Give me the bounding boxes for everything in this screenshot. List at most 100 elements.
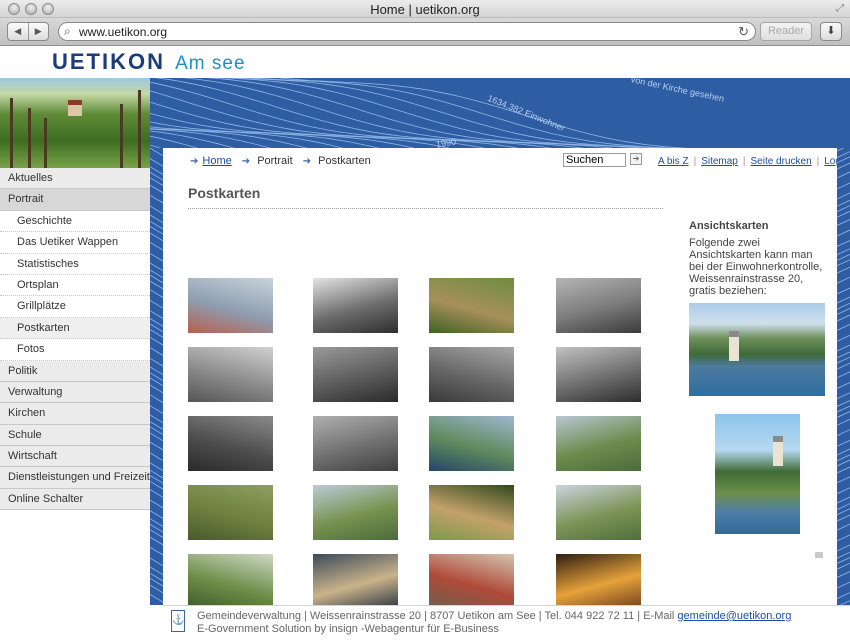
sidebar-item-politik[interactable]: Politik xyxy=(0,360,150,382)
contour-line xyxy=(837,276,850,284)
link-print-page[interactable]: Seite drucken xyxy=(750,156,811,167)
contour-line xyxy=(276,78,689,148)
postcard-5[interactable] xyxy=(188,347,273,402)
contour-line xyxy=(150,214,163,224)
vine-post xyxy=(28,108,31,168)
breadcrumb-portrait[interactable]: Portrait xyxy=(257,155,292,167)
contour-line xyxy=(837,496,850,504)
contour-line xyxy=(837,334,850,342)
link-sitemap[interactable]: Sitemap xyxy=(701,156,738,167)
contour-line xyxy=(205,78,615,148)
link-a-bis-z[interactable]: A bis Z xyxy=(658,156,689,167)
arrow-right-icon: ➔ xyxy=(190,156,199,167)
postcard-4[interactable] xyxy=(556,278,641,333)
postcard-8[interactable] xyxy=(556,347,641,402)
contour-line xyxy=(150,357,163,367)
footer-email-link[interactable]: gemeinde@uetikon.org xyxy=(677,610,791,622)
contour-line xyxy=(837,454,850,462)
sidebar-item-grillplätze[interactable]: Grillplätze xyxy=(0,296,150,318)
sidebar-item-statistisches[interactable]: Statistisches xyxy=(0,253,150,275)
postcard-6[interactable] xyxy=(313,347,398,402)
contour-line xyxy=(837,182,850,190)
postcard-3[interactable] xyxy=(429,278,514,333)
postcard-17[interactable] xyxy=(188,554,273,605)
link-login[interactable]: Login xyxy=(824,156,837,167)
postcard-9[interactable] xyxy=(188,416,273,471)
contour-line xyxy=(150,158,163,167)
contour-line xyxy=(837,151,850,158)
page-footer: ⚓ Gemeindeverwaltung | Weissenrainstrass… xyxy=(163,605,850,643)
ansichtskarte-1[interactable] xyxy=(689,303,825,396)
downloads-button[interactable]: ⬇ xyxy=(820,22,842,41)
contour-line xyxy=(837,362,850,370)
sidebar-item-schule[interactable]: Schule xyxy=(0,424,150,447)
postcard-2[interactable] xyxy=(313,278,398,333)
ansichtskarte-2[interactable] xyxy=(715,414,800,534)
breadcrumb-home[interactable]: Home xyxy=(202,155,231,167)
fullscreen-icon[interactable]: ⤢ xyxy=(836,3,844,14)
sidebar-item-verwaltung[interactable]: Verwaltung xyxy=(0,381,150,404)
contour-line xyxy=(837,148,845,152)
contour-line xyxy=(837,308,850,315)
postcard-7[interactable] xyxy=(429,347,514,402)
back-button[interactable]: ◀ xyxy=(8,23,29,40)
contour-line xyxy=(837,581,850,589)
postcard-18[interactable] xyxy=(313,554,398,605)
search-submit-button[interactable]: ➔ xyxy=(630,153,642,165)
sidebar-item-geschichte[interactable]: Geschichte xyxy=(0,210,150,233)
postcard-15[interactable] xyxy=(429,485,514,540)
postcard-10[interactable] xyxy=(313,416,398,471)
contour-line xyxy=(229,78,665,148)
forward-button[interactable]: ▶ xyxy=(29,23,49,40)
contour-line xyxy=(837,382,850,389)
sidebar-item-das-uetiker-wappen[interactable]: Das Uetiker Wappen xyxy=(0,232,150,254)
postcard-16[interactable] xyxy=(556,485,641,540)
church-shape xyxy=(773,436,783,466)
contour-line xyxy=(837,544,850,552)
postcard-13[interactable] xyxy=(188,485,273,540)
contour-line xyxy=(837,371,850,379)
back-to-top-icon[interactable] xyxy=(815,552,823,558)
sidebar-item-ortsplan[interactable]: Ortsplan xyxy=(0,274,150,297)
sidebar-item-kirchen[interactable]: Kirchen xyxy=(0,403,150,425)
contour-line xyxy=(150,205,163,215)
contour-lines xyxy=(837,148,850,605)
vine-post xyxy=(10,98,13,168)
sidebar-item-postkarten[interactable]: Postkarten xyxy=(0,317,150,340)
search-input[interactable] xyxy=(563,153,626,167)
contour-line xyxy=(150,289,163,298)
sidebar-item-wirtschaft[interactable]: Wirtschaft xyxy=(0,446,150,468)
site-logo[interactable]: UETIKON Am see xyxy=(52,49,246,75)
contour-line xyxy=(150,101,451,148)
contour-line xyxy=(837,592,850,599)
sidebar-item-fotos[interactable]: Fotos xyxy=(0,339,150,361)
address-bar[interactable]: ⌕ www.uetikon.org ↻ xyxy=(58,22,756,41)
sidebar-item-aktuelles[interactable]: Aktuelles xyxy=(0,168,150,190)
postcard-1[interactable] xyxy=(188,278,273,333)
contour-line xyxy=(150,405,163,414)
sidebar-item-portrait[interactable]: Portrait xyxy=(0,189,150,211)
download-icon: ⬇ xyxy=(826,25,836,37)
sidebar-item-online-schalter[interactable]: Online Schalter xyxy=(0,488,150,511)
reload-icon[interactable]: ↻ xyxy=(738,24,749,40)
reader-button[interactable]: Reader xyxy=(760,22,812,41)
contour-line xyxy=(150,584,163,594)
postcard-20[interactable] xyxy=(556,554,641,605)
postcard-11[interactable] xyxy=(429,416,514,471)
contour-line xyxy=(837,503,850,510)
main-content: ➔Home ➔Portrait ➔Postkarten ➔ A bis Z|Si… xyxy=(163,148,837,605)
contour-lines xyxy=(150,148,163,605)
contour-line xyxy=(837,324,850,331)
contour-line xyxy=(150,300,163,309)
contour-line xyxy=(837,229,850,237)
contour-line xyxy=(154,78,552,148)
postcard-19[interactable] xyxy=(429,554,514,605)
arrow-right-icon: ➔ xyxy=(241,156,251,167)
title-divider xyxy=(188,208,663,209)
contour-line xyxy=(150,310,163,319)
postcard-14[interactable] xyxy=(313,485,398,540)
contour-line xyxy=(837,344,850,352)
sidebar-item-dienstleistungen-und-freizeit[interactable]: Dienstleistungen und Freizeit xyxy=(0,467,150,489)
postcard-12[interactable] xyxy=(556,416,641,471)
contour-line xyxy=(837,296,850,304)
